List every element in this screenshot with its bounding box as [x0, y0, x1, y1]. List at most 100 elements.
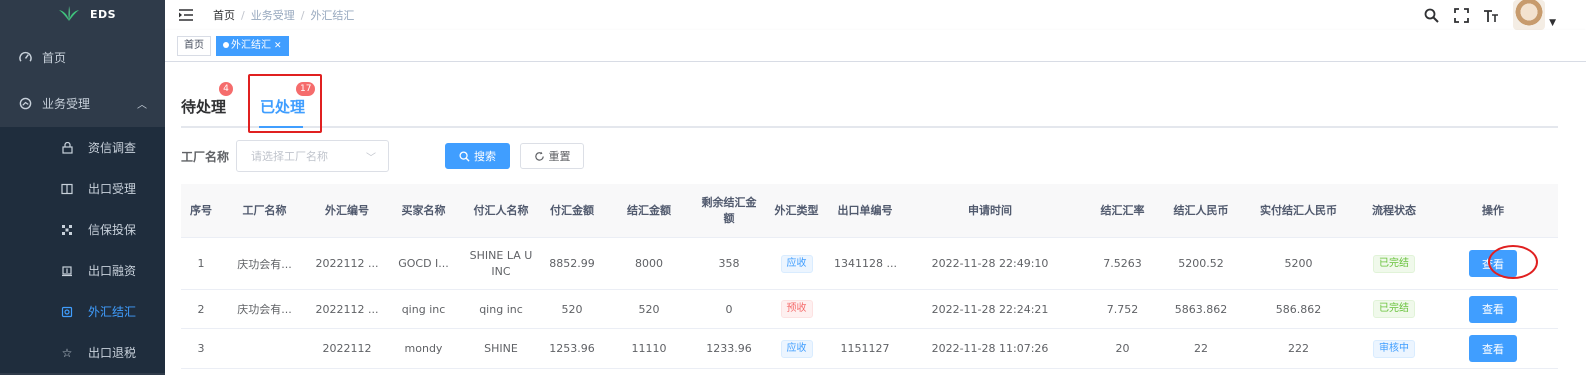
- cell-apply-time: 2022-11-28 22:24:21: [931, 302, 1049, 316]
- cell-status: 已完结: [1360, 300, 1428, 318]
- breadcrumb-separator: /: [241, 8, 245, 22]
- fullscreen-icon[interactable]: [1453, 7, 1469, 23]
- fx-type-tag: 预收: [780, 300, 813, 318]
- column-header: 实付结汇人民币: [1260, 203, 1337, 217]
- cell-rate: 7.752: [1106, 302, 1139, 316]
- column-header: 外汇类型: [774, 203, 819, 217]
- tags-view: 首页 外汇结汇 ✕: [165, 30, 1586, 62]
- column-header: 剩余结汇金额: [701, 195, 757, 225]
- close-icon[interactable]: ✕: [274, 41, 282, 51]
- cell-export-number: 1151127: [840, 342, 890, 355]
- avatar[interactable]: [1513, 0, 1546, 30]
- column-header: 流程状态: [1372, 203, 1416, 217]
- column-header: 工厂名称: [242, 203, 287, 217]
- navbar-actions: ▼: [1423, 0, 1556, 30]
- table-header: 序号 工厂名称 外汇编号 买家名称 付汇人名称 付汇金额 结汇金额 剩余结汇金额…: [181, 184, 1558, 238]
- cell-remaining: 358: [718, 257, 740, 270]
- cell-apply-time: 2022-11-28 22:49:10: [931, 257, 1049, 270]
- factory-select[interactable]: 请选择工厂名称 ﹀: [236, 140, 389, 172]
- cell-operation: 查看: [1428, 295, 1558, 323]
- sidebar-item-label: 出口融资: [88, 264, 137, 278]
- search-button[interactable]: 搜索: [445, 143, 510, 169]
- cell-rmb: 5200.52: [1178, 257, 1224, 270]
- tab-label: 已处理: [260, 98, 306, 116]
- reset-button[interactable]: 重置: [520, 143, 584, 169]
- fx-type-tag: 应收: [780, 339, 813, 358]
- font-size-icon[interactable]: [1483, 7, 1499, 23]
- tag-home[interactable]: 首页: [177, 35, 211, 56]
- sidebar-item-fx-settlement[interactable]: 外汇结汇: [0, 291, 165, 332]
- status-badge: 已完结: [1373, 300, 1415, 318]
- cell-index: 3: [197, 342, 205, 355]
- cell-pay-amount: 1253.96: [549, 342, 595, 355]
- column-header: 结汇汇率: [1100, 203, 1145, 217]
- column-header: 操作: [1482, 203, 1504, 217]
- column-header: 申请时间: [968, 203, 1012, 217]
- tab-label: 待处理: [181, 98, 227, 116]
- cell-fx-number: 2022112: [322, 342, 372, 355]
- active-dot-icon: [223, 41, 229, 48]
- refresh-icon: [534, 151, 544, 161]
- column-header: 结汇人民币: [1173, 203, 1229, 217]
- tag-fx-settlement[interactable]: 外汇结汇 ✕: [216, 35, 289, 56]
- tab-pending[interactable]: 待处理 4: [181, 82, 233, 117]
- navbar: 首页 / 业务受理 / 外汇结汇 ▼: [165, 0, 1586, 30]
- sidebar-item-credit-check[interactable]: 资信调查: [0, 127, 165, 168]
- sidebar-item-insurance[interactable]: 信保投保: [0, 209, 165, 250]
- cell-fx-type: 预收: [763, 300, 830, 318]
- fx-table: 序号 工厂名称 外汇编号 买家名称 付汇人名称 付汇金额 结汇金额 剩余结汇金额…: [181, 184, 1558, 369]
- main-content: 待处理 4 已处理 17 工厂名称 请选择工厂名称 ﹀ 搜索 重置 序号 工厂名…: [165, 62, 1586, 375]
- cell-pay-amount: 520: [561, 302, 583, 316]
- cell-buyer: GOCD I...: [398, 257, 449, 270]
- logo: EDS: [0, 0, 165, 28]
- table-row: 2 庆功会有... 2022112 ... qing inc qing inc …: [181, 290, 1558, 329]
- cell-payer: SHINE LA U INC: [469, 248, 533, 278]
- breadcrumb: 首页 / 业务受理 / 外汇结汇: [213, 7, 354, 23]
- cell-remaining: 0: [725, 302, 733, 316]
- cell-rate: 20: [1115, 342, 1130, 355]
- cell-actual-rmb: 222: [1288, 342, 1309, 355]
- cell-operation: 查看: [1428, 250, 1558, 277]
- tab-processed[interactable]: 已处理 17: [260, 82, 316, 117]
- sidebar-item-financing[interactable]: 出口融资: [0, 250, 165, 291]
- cell-status: 已完结: [1360, 254, 1428, 273]
- sidebar-item-tax-refund[interactable]: ☆ 出口退税: [0, 332, 165, 373]
- cell-buyer: qing inc: [401, 302, 446, 316]
- sidebar-item-label: 业务受理: [42, 96, 91, 111]
- breadcrumb-item: 业务受理: [250, 9, 295, 22]
- sidebar-item-label: 出口受理: [88, 182, 137, 196]
- cell-actual-rmb: 586.862: [1275, 302, 1322, 316]
- hamburger-icon[interactable]: [179, 9, 193, 21]
- cell-index: 2: [197, 302, 205, 316]
- cell-actual-rmb: 5200: [1284, 257, 1313, 270]
- sidebar-item-home[interactable]: 首页: [0, 35, 165, 79]
- sidebar-item-label: 资信调查: [88, 141, 137, 155]
- breadcrumb-item[interactable]: 首页: [213, 7, 235, 23]
- select-placeholder: 请选择工厂名称: [251, 150, 328, 163]
- star-icon: ☆: [61, 345, 73, 360]
- search-icon[interactable]: [1423, 7, 1439, 23]
- column-header: 序号: [190, 203, 212, 217]
- table-row: 3 2022112 mondy SHINE 1253.96 11110 1233…: [181, 329, 1558, 369]
- lock-icon: [60, 141, 74, 155]
- leaf-logo-icon: [59, 6, 79, 21]
- view-button[interactable]: 查看: [1469, 250, 1517, 277]
- view-button[interactable]: 查看: [1469, 295, 1517, 323]
- caret-down-icon[interactable]: ▼: [1549, 18, 1556, 28]
- sidebar-item-export[interactable]: 出口受理: [0, 168, 165, 209]
- view-button[interactable]: 查看: [1469, 335, 1517, 362]
- column-header: 付汇人名称: [473, 203, 529, 217]
- cell-remaining: 1233.96: [706, 342, 752, 355]
- sidebar-item-business[interactable]: 业务受理 ︿: [0, 79, 165, 127]
- cell-apply-time: 2022-11-28 11:07:26: [931, 342, 1049, 355]
- column-header: 付汇金额: [550, 203, 594, 217]
- cell-fx-type: 应收: [763, 254, 830, 273]
- cell-pay-amount: 8852.99: [549, 257, 595, 270]
- sidebar-item-label: 外汇结汇: [88, 305, 137, 319]
- table-row: 1 庆功会有... 2022112 ... GOCD I... SHINE LA…: [181, 238, 1558, 290]
- status-badge: 已完结: [1373, 254, 1415, 273]
- cell-index: 1: [197, 257, 205, 270]
- exchange-icon: [60, 305, 74, 319]
- cell-factory: 庆功会有...: [237, 257, 292, 271]
- cell-operation: 查看: [1428, 335, 1558, 362]
